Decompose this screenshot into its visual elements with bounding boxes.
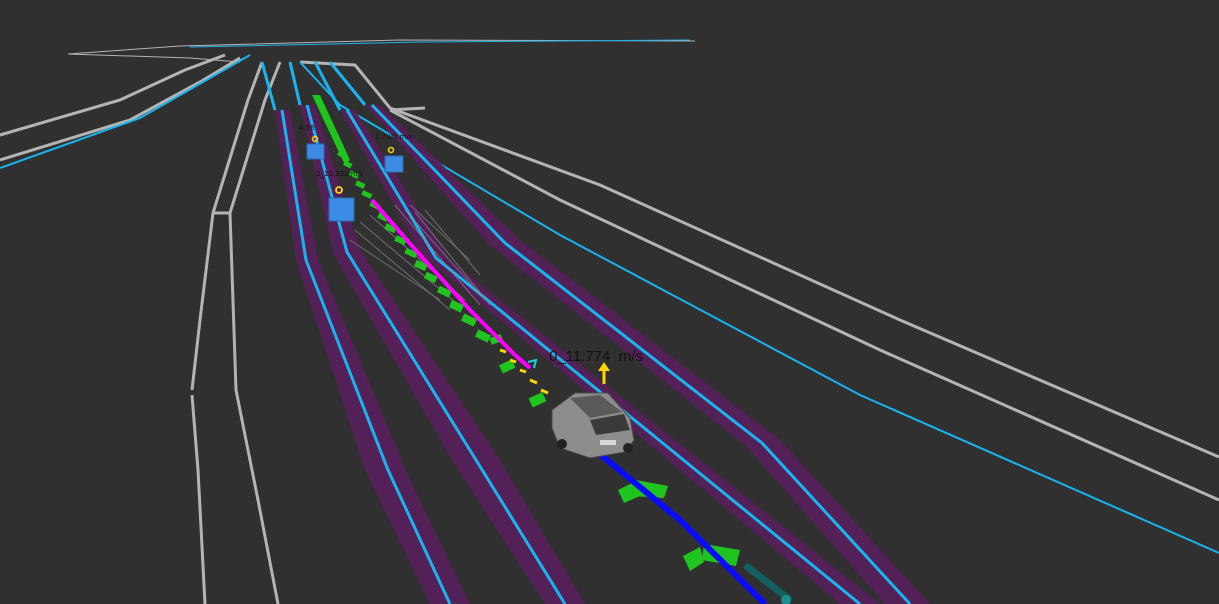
- road-edge-left: [0, 53, 282, 604]
- ego-trajectory: [593, 447, 768, 604]
- obstacle-2[interactable]: [384, 146, 404, 173]
- lane-line-left-far: [0, 54, 251, 169]
- vehicle-wheel-left: [557, 439, 567, 449]
- path-yellow-dashes: [499, 348, 549, 395]
- 3d-viewport[interactable]: 4.56 1.7:00 m/s 2_10.333 m/s 0_11.774 m/…: [0, 0, 1219, 604]
- ego-speed-label: 0_11.774 m/s: [549, 348, 643, 365]
- obstacle-1-label: 4.56: [299, 124, 315, 132]
- vehicle-plate: [600, 440, 616, 445]
- obstacle-3-label: 2_10.333 m/s: [316, 170, 364, 178]
- scene-canvas[interactable]: [0, 0, 1219, 604]
- horizon-road-lines: [67, 39, 696, 63]
- vehicle-wheel-right: [623, 443, 633, 453]
- obstacle-2-label: 1.7:00 m/s: [375, 133, 413, 141]
- obstacle-marker-icon: [387, 146, 395, 154]
